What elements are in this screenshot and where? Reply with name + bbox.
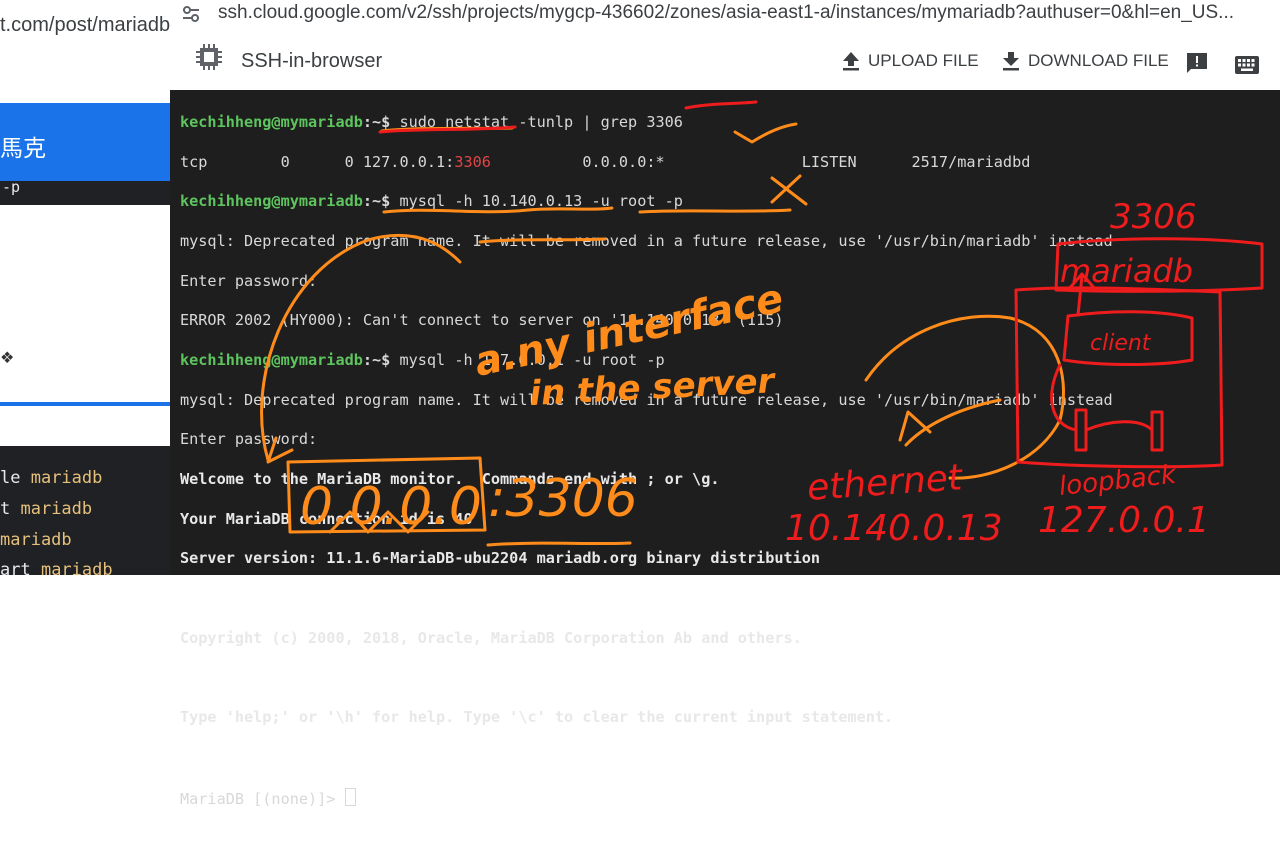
download-file-button[interactable]: DOWNLOAD FILE (1002, 48, 1169, 74)
background-url-fragment: t.com/post/mariadb (0, 14, 170, 36)
background-window: t.com/post/mariadb 馬克 -p ❖ le mariadb t … (0, 0, 170, 575)
background-code-block: le mariadb t mariadb mariadb art mariadb (0, 446, 170, 575)
upload-file-button[interactable]: UPLOAD FILE (842, 48, 979, 74)
background-code-line: art mariadb (0, 560, 113, 575)
background-code-line: mariadb (0, 530, 72, 550)
background-code-line: t mariadb (0, 499, 93, 519)
terminal-line: kechihheng@mymariadb:~$ mysql -h 10.140.… (180, 192, 683, 211)
terminal-line: tcp 0 0 127.0.0.1:3306 0.0.0.0:* LISTEN … (180, 152, 1031, 171)
background-terminal-snippet: -p (0, 178, 170, 205)
terminal-line: Server version: 11.1.6-MariaDB-ubu2204 m… (180, 549, 821, 568)
terminal-prompt-line[interactable]: MariaDB [(none)]> (180, 787, 1113, 808)
terminal-line: kechihheng@mymariadb:~$ mysql -h 127.0.0… (180, 350, 665, 369)
background-banner: 馬克 (0, 103, 170, 181)
url-text[interactable]: ssh.cloud.google.com/v2/ssh/projects/myg… (218, 2, 1234, 24)
ssh-window: ssh.cloud.google.com/v2/ssh/projects/myg… (170, 0, 1280, 808)
terminal-line: mysql: Deprecated program name. It will … (180, 390, 1113, 409)
terminal-output: kechihheng@mymariadb:~$ sudo netstat -tu… (180, 93, 1113, 847)
terminal[interactable]: kechihheng@mymariadb:~$ sudo netstat -tu… (170, 90, 1280, 808)
background-terminal-text: -p (2, 178, 21, 196)
app-title: SSH-in-browser (241, 50, 383, 72)
terminal-line: Enter password: (180, 430, 318, 449)
terminal-line: mysql: Deprecated program name. It will … (180, 231, 1113, 250)
chip-icon (196, 44, 222, 70)
feedback-icon[interactable] (1185, 50, 1209, 76)
download-file-label: DOWNLOAD FILE (1028, 51, 1169, 70)
terminal-line: kechihheng@mymariadb:~$ sudo netstat -tu… (180, 112, 683, 131)
terminal-cursor (344, 787, 356, 806)
background-code-line: le mariadb (0, 468, 103, 488)
terminal-line: Copyright (c) 2000, 2018, Oracle, MariaD… (180, 628, 802, 647)
background-banner-text: 馬克 (0, 135, 46, 161)
site-settings-icon[interactable] (180, 3, 202, 25)
keyboard-icon[interactable] (1234, 52, 1260, 78)
terminal-line: Your MariaDB connection id is 40 (180, 509, 473, 528)
upload-file-label: UPLOAD FILE (868, 51, 979, 70)
app-header: SSH-in-browser UPLOAD FILE DOWNLOAD FILE (170, 30, 1280, 91)
background-divider (0, 402, 170, 406)
background-star-icon: ❖ (0, 350, 15, 367)
terminal-line: Welcome to the MariaDB monitor. Commands… (180, 470, 720, 489)
address-bar[interactable]: ssh.cloud.google.com/v2/ssh/projects/myg… (170, 0, 1280, 30)
terminal-line: ERROR 2002 (HY000): Can't connect to ser… (180, 311, 784, 330)
download-icon (1003, 52, 1019, 71)
terminal-line: Type 'help;' or '\h' for help. Type '\c'… (180, 708, 894, 727)
upload-icon (843, 52, 859, 71)
terminal-line: Enter password: (180, 271, 318, 290)
